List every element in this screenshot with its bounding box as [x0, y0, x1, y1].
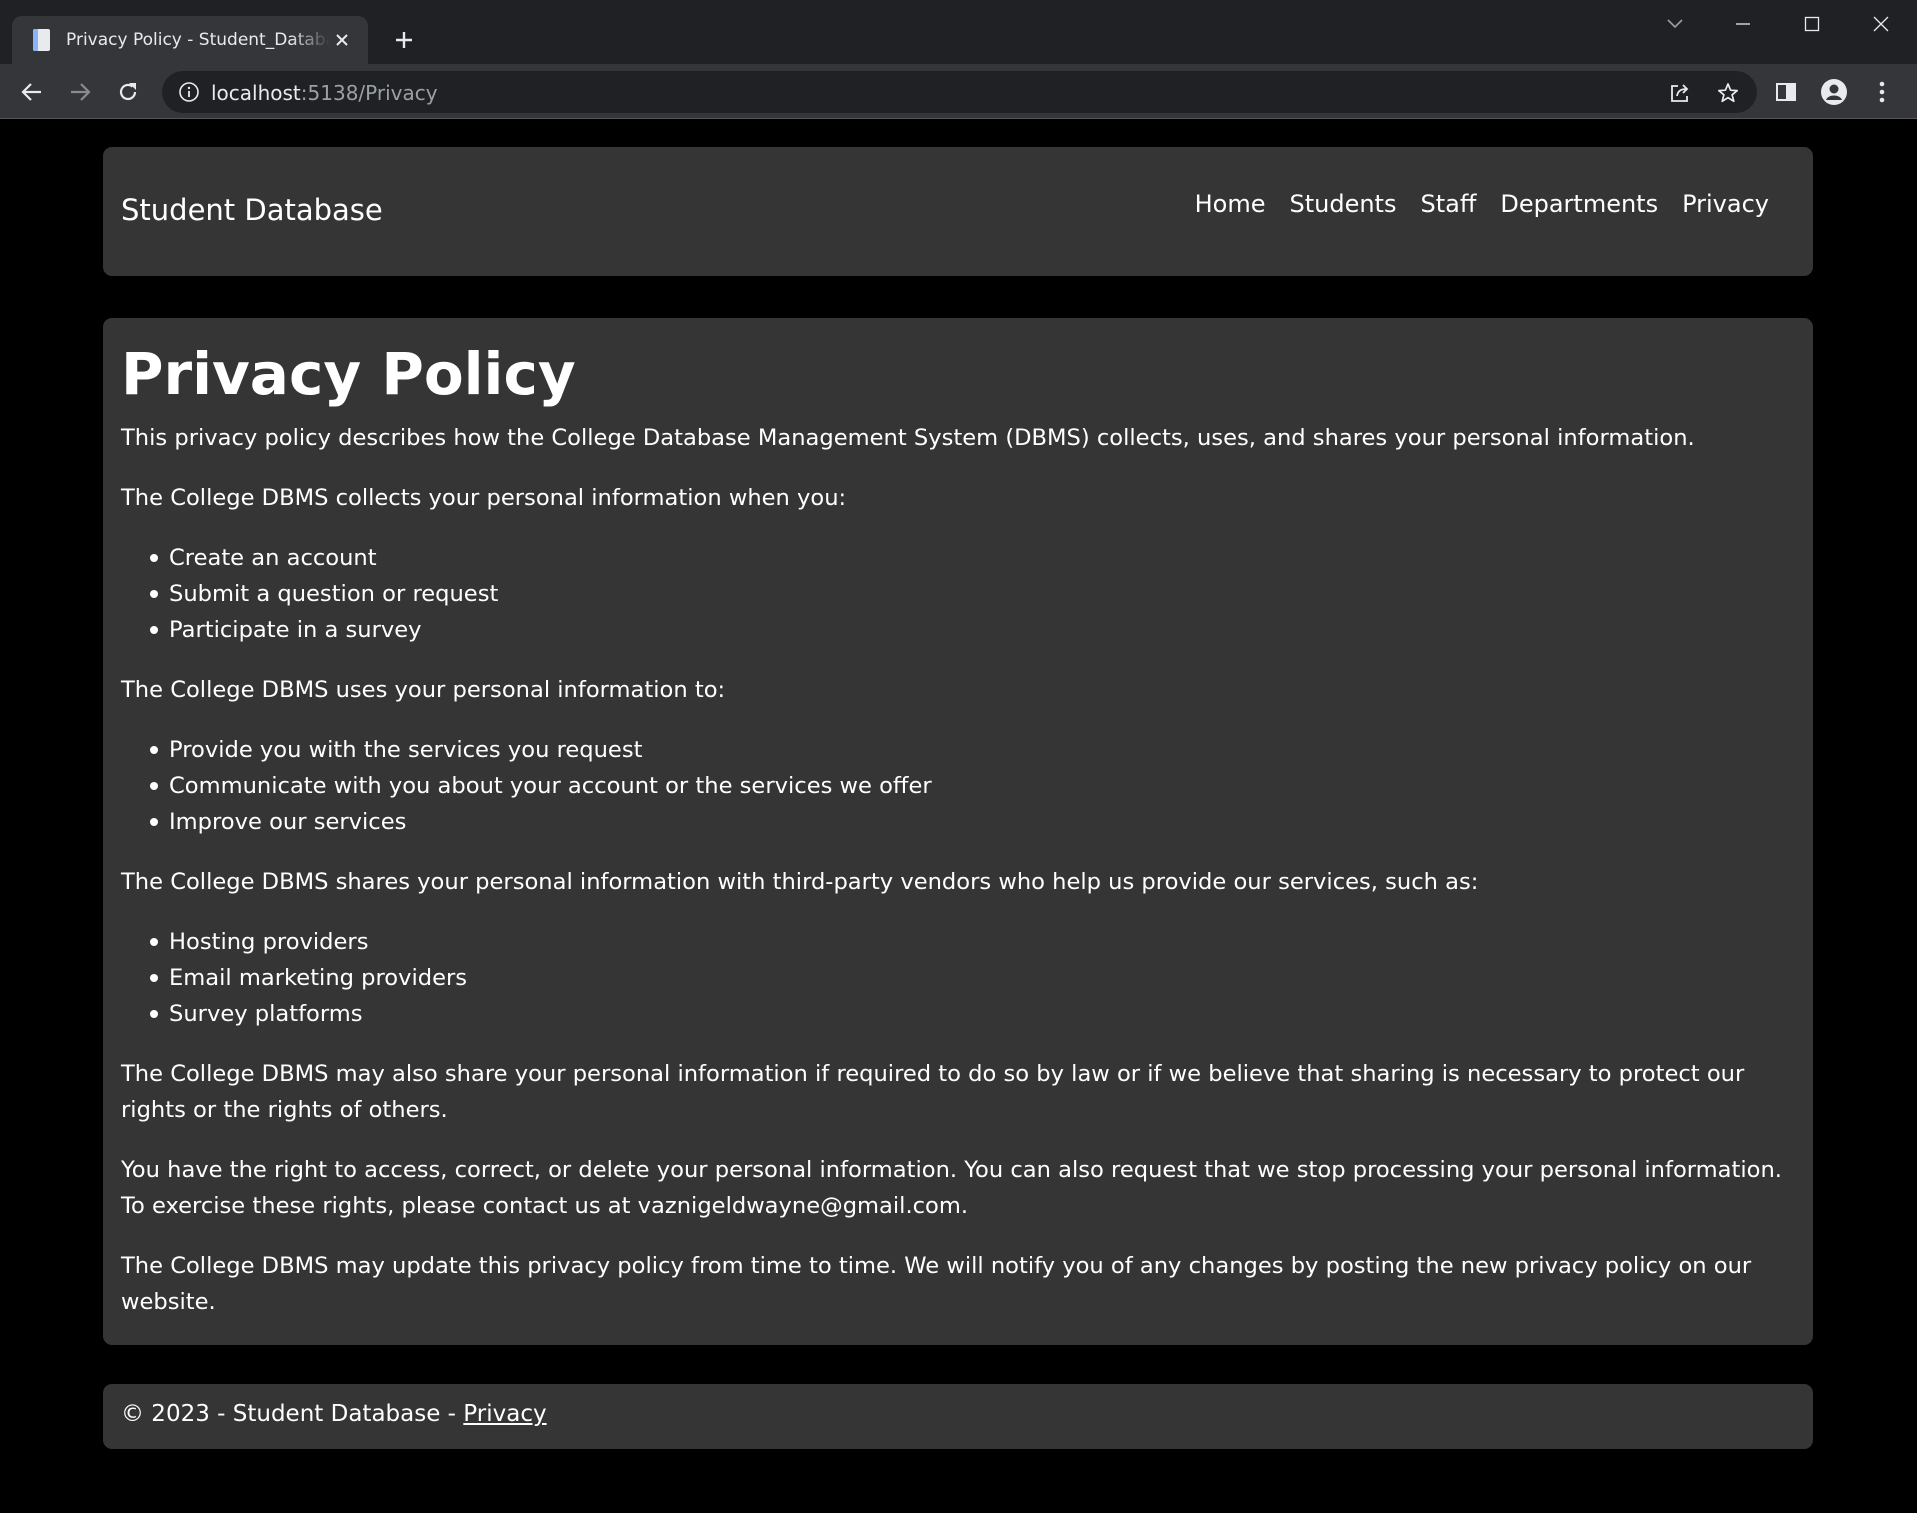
profile-avatar-icon[interactable]	[1816, 74, 1852, 110]
nav-link-staff[interactable]: Staff	[1420, 190, 1476, 218]
share-icon[interactable]	[1664, 77, 1696, 109]
menu-kebab-icon[interactable]	[1864, 74, 1900, 110]
shares-paragraph: The College DBMS shares your personal in…	[121, 868, 1479, 895]
intro-paragraph: This privacy policy describes how the Co…	[121, 424, 1695, 451]
rights-paragraph: You have the right to access, correct, o…	[121, 1156, 1782, 1219]
browser-tab[interactable]: Privacy Policy - Student_Database	[12, 16, 368, 64]
updates-paragraph: The College DBMS may update this privacy…	[121, 1252, 1752, 1315]
side-panel-icon[interactable]	[1768, 74, 1804, 110]
nav-link-privacy[interactable]: Privacy	[1682, 190, 1769, 218]
site-navbar: Student Database Home Students Staff Dep…	[103, 147, 1813, 276]
uses-paragraph: The College DBMS uses your personal info…	[121, 676, 726, 703]
list-item: Submit a question or request	[150, 576, 1795, 612]
law-paragraph: The College DBMS may also share your per…	[121, 1060, 1745, 1123]
tab-search-chevron-icon[interactable]	[1653, 8, 1697, 40]
uses-list: Provide you with the services you reques…	[121, 732, 1795, 840]
page-title: Privacy Policy	[121, 340, 576, 408]
forward-arrow-icon[interactable]	[62, 74, 98, 110]
nav-link-students[interactable]: Students	[1289, 190, 1396, 218]
tab-title: Privacy Policy - Student_Database	[66, 30, 330, 50]
page-favicon-icon	[30, 28, 52, 52]
footer-text: © 2023 - Student Database -	[121, 1401, 464, 1427]
list-item: Participate in a survey	[150, 612, 1795, 648]
list-item: Create an account	[150, 540, 1795, 576]
url-text: localhost:5138/Privacy	[211, 81, 438, 105]
browser-titlebar: Privacy Policy - Student_Database	[0, 0, 1917, 64]
list-item: Survey platforms	[150, 996, 1795, 1032]
list-item: Provide you with the services you reques…	[150, 732, 1795, 768]
minimize-icon[interactable]	[1721, 8, 1765, 40]
list-item: Email marketing providers	[150, 960, 1795, 996]
site-footer: © 2023 - Student Database - Privacy	[103, 1384, 1813, 1449]
list-item: Communicate with you about your account …	[150, 768, 1795, 804]
brand-link[interactable]: Student Database	[121, 193, 383, 227]
close-window-icon[interactable]	[1859, 8, 1903, 40]
page-viewport: Student Database Home Students Staff Dep…	[0, 120, 1917, 1513]
bookmark-star-icon[interactable]	[1712, 77, 1744, 109]
list-item: Hosting providers	[150, 924, 1795, 960]
shares-list: Hosting providers Email marketing provid…	[121, 924, 1795, 1032]
browser-toolbar: localhost:5138/Privacy	[0, 64, 1917, 119]
close-tab-icon[interactable]	[330, 28, 354, 52]
new-tab-icon[interactable]	[388, 24, 420, 56]
nav-links: Home Students Staff Departments Privacy	[1195, 190, 1769, 218]
site-info-icon[interactable]	[178, 81, 200, 103]
privacy-content: Privacy Policy This privacy policy descr…	[103, 318, 1813, 1345]
collects-list: Create an account Submit a question or r…	[121, 540, 1795, 648]
list-item: Improve our services	[150, 804, 1795, 840]
nav-link-home[interactable]: Home	[1195, 190, 1266, 218]
nav-link-departments[interactable]: Departments	[1500, 190, 1658, 218]
back-arrow-icon[interactable]	[14, 74, 50, 110]
collects-paragraph: The College DBMS collects your personal …	[121, 484, 847, 511]
address-bar[interactable]: localhost:5138/Privacy	[162, 71, 1757, 113]
maximize-icon[interactable]	[1790, 8, 1834, 40]
footer-privacy-link[interactable]: Privacy	[463, 1401, 546, 1427]
reload-icon[interactable]	[110, 74, 146, 110]
